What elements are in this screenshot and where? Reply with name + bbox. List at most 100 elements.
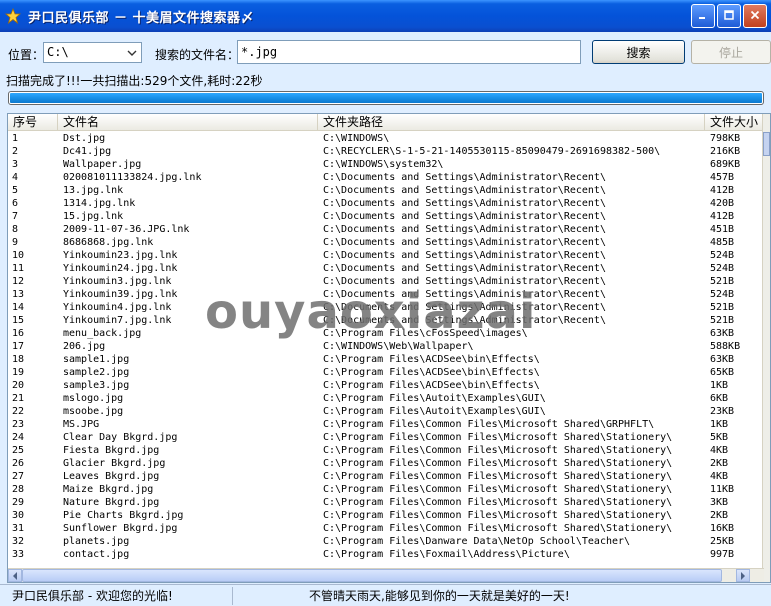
cell-index: 15: [12, 315, 25, 326]
table-row[interactable]: 29 Nature Bkgrd.jpg C:\Program Files\Commo…: [8, 496, 760, 509]
cell-index: 26: [12, 458, 25, 469]
table-row[interactable]: 5 13.jpg.lnk C:\Documents and Settings\Adm…: [8, 184, 760, 197]
cell-filename: Leaves Bkgrd.jpg: [63, 471, 160, 482]
table-row[interactable]: 22 msoobe.jpg C:\Program Files\Autoit\Exam…: [8, 405, 760, 418]
results-table[interactable]: 序号 文件名 文件夹路径 文件大小 1 Dst.jpg C:\WINDOWS\ 798…: [7, 113, 771, 583]
vertical-scroll-thumb[interactable]: [763, 132, 770, 156]
cell-folder: C:\Program Files\Common Files\Microsoft …: [323, 510, 673, 521]
filename-input[interactable]: *.jpg: [237, 40, 581, 64]
cell-folder: C:\Documents and Settings\Administrator\…: [323, 263, 606, 274]
cell-index: 7: [12, 211, 19, 222]
stop-button[interactable]: 停止: [691, 40, 771, 64]
location-value: C:\: [47, 45, 69, 59]
table-row[interactable]: 26 Glacier Bkgrd.jpg C:\Program Files\Comm…: [8, 457, 760, 470]
table-row[interactable]: 31 Sunflower Bkgrd.jpg C:\Program Files\Co…: [8, 522, 760, 535]
cell-filename: 15.jpg.lnk: [63, 211, 124, 222]
header-filename[interactable]: 文件名: [58, 114, 318, 131]
cell-folder: C:\WINDOWS\system32\: [323, 159, 444, 170]
table-row[interactable]: 10 Yinkoumin23.jpg.lnk C:\Documents and Se…: [8, 249, 760, 262]
table-row[interactable]: 32 planets.jpg C:\Program Files\Danware Da…: [8, 535, 760, 548]
table-row[interactable]: 9 8686868.jpg.lnk C:\Documents and Setting…: [8, 236, 760, 249]
status-welcome: 尹口民俱乐部 - 欢迎您的光临!: [12, 589, 173, 603]
chevron-down-icon[interactable]: [123, 44, 140, 61]
title-bar[interactable]: 尹口民俱乐部 － 十美眉文件搜索器〆: [0, 0, 771, 32]
cell-size: 4KB: [710, 471, 729, 482]
minimize-button[interactable]: [691, 4, 715, 28]
cell-filename: Sunflower Bkgrd.jpg: [63, 523, 178, 534]
table-row[interactable]: 4 020081011133824.jpg.lnk C:\Documents and…: [8, 171, 760, 184]
table-row[interactable]: 6 1314.jpg.lnk C:\Documents and Settings\A…: [8, 197, 760, 210]
cell-index: 23: [12, 419, 25, 430]
cell-filename: Yinkoumin23.jpg.lnk: [63, 250, 178, 261]
filename-label: 搜索的文件名：: [155, 48, 240, 62]
table-row[interactable]: 19 sample2.jpg C:\Program Files\ACDSee\bin…: [8, 366, 760, 379]
table-row[interactable]: 25 Fiesta Bkgrd.jpg C:\Program Files\Commo…: [8, 444, 760, 457]
table-row[interactable]: 21 mslogo.jpg C:\Program Files\Autoit\Exam…: [8, 392, 760, 405]
cell-size: 23KB: [710, 406, 735, 417]
cell-size: 997B: [710, 549, 735, 560]
cell-folder: C:\Program Files\Common Files\Microsoft …: [323, 471, 673, 482]
watermark: ouyaoxiazai: [205, 284, 537, 340]
table-row[interactable]: 8 2009-11-07-36.JPG.lnk C:\Documents and S…: [8, 223, 760, 236]
cell-size: 25KB: [710, 536, 735, 547]
cell-index: 4: [12, 172, 19, 183]
table-row[interactable]: 33 contact.jpg C:\Program Files\Foxmail\Ad…: [8, 548, 760, 561]
cell-folder: C:\Program Files\Autoit\Examples\GUI\: [323, 406, 546, 417]
table-row[interactable]: 7 15.jpg.lnk C:\Documents and Settings\Adm…: [8, 210, 760, 223]
table-row[interactable]: 3 Wallpaper.jpg C:\WINDOWS\system32\ 689KB: [8, 158, 760, 171]
cell-index: 29: [12, 497, 25, 508]
cell-size: 524B: [710, 289, 735, 300]
close-button[interactable]: [743, 4, 767, 28]
table-row[interactable]: 1 Dst.jpg C:\WINDOWS\ 798KB: [8, 132, 760, 145]
cell-folder: C:\Documents and Settings\Administrator\…: [323, 185, 606, 196]
cell-index: 6: [12, 198, 19, 209]
cell-folder: C:\Documents and Settings\Administrator\…: [323, 224, 606, 235]
cell-index: 32: [12, 536, 25, 547]
cell-folder: C:\Program Files\Common Files\Microsoft …: [323, 458, 673, 469]
horizontal-scrollbar[interactable]: [8, 568, 764, 582]
table-row[interactable]: 30 Pie Charts Bkgrd.jpg C:\Program Files\C…: [8, 509, 760, 522]
cell-index: 22: [12, 406, 25, 417]
cell-index: 8: [12, 224, 19, 235]
cell-size: 521B: [710, 302, 735, 313]
scroll-right-button[interactable]: [736, 569, 750, 582]
cell-filename: Nature Bkgrd.jpg: [63, 497, 160, 508]
cell-folder: C:\WINDOWS\Web\Wallpaper\: [323, 341, 474, 352]
header-index[interactable]: 序号: [8, 114, 58, 131]
cell-folder: C:\Program Files\Common Files\Microsoft …: [323, 523, 673, 534]
table-row[interactable]: 20 sample3.jpg C:\Program Files\ACDSee\bin…: [8, 379, 760, 392]
search-button[interactable]: 搜索: [592, 40, 685, 64]
location-combo[interactable]: C:\: [43, 42, 142, 63]
header-folder[interactable]: 文件夹路径: [318, 114, 705, 131]
header-size[interactable]: 文件大小: [705, 114, 764, 131]
table-row[interactable]: 17 206.jpg C:\WINDOWS\Web\Wallpaper\ 588KB: [8, 340, 760, 353]
cell-size: 63KB: [710, 328, 735, 339]
cell-filename: Clear Day Bkgrd.jpg: [63, 432, 178, 443]
cell-size: 412B: [710, 211, 735, 222]
table-row[interactable]: 18 sample1.jpg C:\Program Files\ACDSee\bin…: [8, 353, 760, 366]
cell-index: 13: [12, 289, 25, 300]
cell-index: 30: [12, 510, 25, 521]
table-row[interactable]: 11 Yinkoumin24.jpg.lnk C:\Documents and Se…: [8, 262, 760, 275]
table-row[interactable]: 28 Maize Bkgrd.jpg C:\Program Files\Common…: [8, 483, 760, 496]
vertical-scrollbar[interactable]: [762, 114, 770, 582]
cell-index: 14: [12, 302, 25, 313]
horizontal-scroll-thumb[interactable]: [22, 569, 722, 582]
cell-index: 24: [12, 432, 25, 443]
progress-bar: [8, 91, 764, 105]
table-row[interactable]: 24 Clear Day Bkgrd.jpg C:\Program Files\Co…: [8, 431, 760, 444]
table-row[interactable]: 27 Leaves Bkgrd.jpg C:\Program Files\Commo…: [8, 470, 760, 483]
status-bar: 尹口民俱乐部 - 欢迎您的光临! 不管晴天雨天,能够见到你的一天就是美好的一天!: [0, 584, 771, 606]
scroll-left-button[interactable]: [8, 569, 22, 582]
cell-size: 1KB: [710, 380, 729, 391]
cell-folder: C:\Documents and Settings\Administrator\…: [323, 211, 606, 222]
table-row[interactable]: 23 MS.JPG C:\Program Files\Common Files\Mi…: [8, 418, 760, 431]
maximize-button[interactable]: [717, 4, 741, 28]
cell-size: 524B: [710, 263, 735, 274]
cell-index: 20: [12, 380, 25, 391]
table-row[interactable]: 2 Dc41.jpg C:\RECYCLER\S-1-5-21-1405530115…: [8, 145, 760, 158]
cell-filename: Fiesta Bkgrd.jpg: [63, 445, 160, 456]
cell-size: 798KB: [710, 133, 741, 144]
cell-folder: C:\Program Files\Common Files\Microsoft …: [323, 484, 673, 495]
cell-size: 457B: [710, 172, 735, 183]
